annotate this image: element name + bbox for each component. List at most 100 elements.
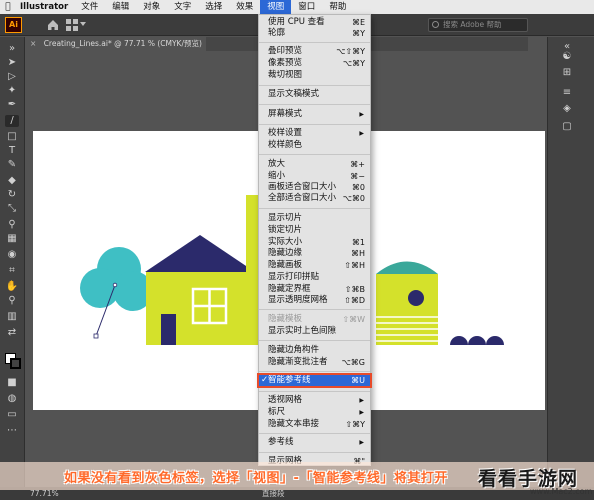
menu-separator xyxy=(259,340,370,341)
search-placeholder: 搜索 Adobe 帮助 xyxy=(443,20,502,29)
swap-colors-icon[interactable]: ⇄ xyxy=(5,327,19,339)
menu-item-proof-setup[interactable]: 校样设置 ▶ xyxy=(259,128,370,139)
direct-selection-tool-icon[interactable]: ▷ xyxy=(5,71,19,83)
menu-window[interactable]: 窗口 xyxy=(291,0,322,14)
submenu-arrow-icon: ▶ xyxy=(359,409,364,416)
menu-edit[interactable]: 编辑 xyxy=(105,0,136,14)
menu-item-hide-bounding-box[interactable]: 隐藏定界框 ⇧⌘B xyxy=(259,284,370,295)
menu-item-cpu-preview[interactable]: 使用 CPU 查看 ⌘E xyxy=(259,17,370,28)
mac-menubar:  Illustrator 文件 编辑 对象 文字 选择 效果 视图 窗口 帮助 xyxy=(0,0,594,14)
submenu-arrow-icon: ▶ xyxy=(359,130,364,137)
menu-item-smart-guides[interactable]: ✓ 智能参考线 ⌘U xyxy=(257,373,372,388)
color-panel-icon[interactable]: ☯ xyxy=(560,51,574,63)
tall-building-graphic xyxy=(246,195,258,345)
menu-item-actual-size[interactable]: 实际大小 ⌘1 xyxy=(259,237,370,248)
menu-separator xyxy=(259,104,370,105)
menu-select[interactable]: 选择 xyxy=(198,0,229,14)
magic-wand-tool-icon[interactable]: ✦ xyxy=(5,85,19,97)
menu-separator xyxy=(259,371,370,372)
shape-builder-tool-icon[interactable]: ◉ xyxy=(5,249,19,261)
stroke-swatch[interactable] xyxy=(10,358,21,369)
menu-item-lock-slices[interactable]: 锁定切片 xyxy=(259,225,370,236)
panel-collapse-icon[interactable]: » xyxy=(5,43,19,55)
menu-item-outline[interactable]: 轮廓 ⌘Y xyxy=(259,28,370,39)
submenu-arrow-icon: ▶ xyxy=(359,111,364,118)
chart-tool-icon[interactable]: ▥ xyxy=(5,311,19,323)
scale-tool-icon[interactable]: ⤡ xyxy=(5,203,19,215)
color-mode-icon[interactable]: ■ xyxy=(5,377,19,389)
rectangle-tool-icon[interactable]: □ xyxy=(5,131,19,143)
menu-item-zoom-out[interactable]: 缩小 ⌘− xyxy=(259,171,370,182)
swatches-panel-icon[interactable]: ⊞ xyxy=(560,67,574,79)
gradient-tool-icon[interactable]: ▦ xyxy=(5,233,19,245)
screen-mode-icon[interactable]: ▭ xyxy=(5,409,19,421)
menu-file[interactable]: 文件 xyxy=(74,0,105,14)
rotate-tool-icon[interactable]: ↻ xyxy=(5,189,19,201)
menu-separator xyxy=(259,85,370,86)
tools-panel: » ➤ ▷ ✦ ✒ / □ T ✎ ◆ ↻ ⤡ ⚲ ▦ ◉ ⌗ ✋ ⚲ ▥ ⇄ … xyxy=(0,37,25,487)
right-panel-dock: « ☯ ⊞ ≡ ◈ ▢ xyxy=(547,37,594,487)
illustrator-logo: Ai xyxy=(5,17,22,33)
menu-view[interactable]: 视图 xyxy=(260,0,292,14)
layers-panel-icon[interactable]: ◈ xyxy=(560,103,574,115)
menu-item-hide-corner-widget[interactable]: 隐藏边角构件 xyxy=(259,345,370,356)
menu-item-show-print-tiling[interactable]: 显示打印拼贴 xyxy=(259,272,370,283)
zoom-level[interactable]: 77.71% xyxy=(30,489,59,498)
eraser-tool-icon[interactable]: ◆ xyxy=(5,175,19,187)
menu-separator xyxy=(259,154,370,155)
view-menu-dropdown: 使用 CPU 查看 ⌘E 轮廓 ⌘Y 叠印预览 ⌥⇧⌘Y 像素预览 ⌥⌘Y 裁切视图 显… xyxy=(257,14,372,466)
menu-item-guides[interactable]: 参考线 ▶ xyxy=(259,437,370,448)
menu-item-hide-text-threads[interactable]: 隐藏文本串接 ⇧⌘Y xyxy=(259,419,370,430)
menu-item-proof-colors[interactable]: 校样颜色 xyxy=(259,140,370,151)
menu-item-presentation-mode[interactable]: 显示文稿模式 xyxy=(259,89,370,100)
workspace-grid-icon[interactable] xyxy=(66,19,78,31)
more-tools-icon[interactable]: ⋯ xyxy=(5,425,19,437)
menu-item-overprint-preview[interactable]: 叠印预览 ⌥⇧⌘Y xyxy=(259,46,370,57)
menu-separator xyxy=(259,208,370,209)
drawing-mode-icon[interactable]: ◍ xyxy=(5,393,19,405)
pen-tool-icon[interactable]: ✒ xyxy=(5,99,19,111)
type-tool-icon[interactable]: T xyxy=(5,145,19,157)
menu-item-hide-gradient-annotator[interactable]: 隐藏渐变批注者 ⌥⌘G xyxy=(259,357,370,368)
menu-item-trim-view[interactable]: 裁切视图 xyxy=(259,70,370,81)
zoom-tool-icon[interactable]: ⚲ xyxy=(5,295,19,307)
line-tool-icon[interactable]: / xyxy=(5,115,19,127)
menu-separator xyxy=(259,42,370,43)
chevron-down-icon[interactable] xyxy=(80,22,86,26)
submenu-arrow-icon: ▶ xyxy=(359,397,364,404)
menu-item-perspective-grid[interactable]: 透视网格 ▶ xyxy=(259,395,370,406)
properties-panel-icon[interactable]: ≡ xyxy=(560,87,574,99)
menu-item-rulers[interactable]: 标尺 ▶ xyxy=(259,407,370,418)
hand-tool-icon[interactable]: ✋ xyxy=(5,281,19,293)
menu-item-pixel-preview[interactable]: 像素预览 ⌥⌘Y xyxy=(259,58,370,69)
menu-separator xyxy=(259,433,370,434)
menu-object[interactable]: 对象 xyxy=(136,0,167,14)
search-icon xyxy=(432,21,439,28)
eyedropper-tool-icon[interactable]: ⚲ xyxy=(5,219,19,231)
home-icon[interactable] xyxy=(46,18,60,32)
apple-icon[interactable]:  xyxy=(0,2,16,12)
artboard-tool-icon[interactable]: ⌗ xyxy=(5,265,19,277)
menu-help[interactable]: 帮助 xyxy=(322,0,353,14)
menu-item-hide-artboards[interactable]: 隐藏画板 ⇧⌘H xyxy=(259,260,370,271)
app-name-menu[interactable]: Illustrator xyxy=(16,2,74,12)
selection-tool-icon[interactable]: ➤ xyxy=(5,57,19,69)
menu-item-show-slices[interactable]: 显示切片 xyxy=(259,213,370,224)
right-house-graphic xyxy=(376,261,438,345)
menu-type[interactable]: 文字 xyxy=(167,0,198,14)
menu-item-zoom-in[interactable]: 放大 ⌘+ xyxy=(259,159,370,170)
menu-effect[interactable]: 效果 xyxy=(229,0,260,14)
menu-item-show-live-paint-gaps[interactable]: 显示实时上色间隙 xyxy=(259,326,370,337)
menu-item-fit-artboard[interactable]: 画板适合窗口大小 ⌘0 xyxy=(259,182,370,193)
menu-item-hide-edges[interactable]: 隐藏边缘 ⌘H xyxy=(259,248,370,259)
menu-item-hide-template: 隐藏模板 ⇧⌘W xyxy=(268,314,365,324)
artboards-panel-icon[interactable]: ▢ xyxy=(560,121,574,133)
help-search-input[interactable]: 搜索 Adobe 帮助 xyxy=(428,18,528,32)
left-house-graphic xyxy=(145,235,255,345)
menu-item-screen-mode[interactable]: 屏幕模式 ▶ xyxy=(259,109,370,120)
menu-item-show-transparency-grid[interactable]: 显示透明度网格 ⇧⌘D xyxy=(259,295,370,306)
document-tab[interactable]: × Creating_Lines.ai* @ 77.71 % (CMYK/预览) xyxy=(26,37,206,51)
close-icon[interactable]: × xyxy=(30,39,36,48)
menu-item-fit-all[interactable]: 全部适合窗口大小 ⌥⌘0 xyxy=(259,193,370,204)
paintbrush-tool-icon[interactable]: ✎ xyxy=(5,159,19,171)
